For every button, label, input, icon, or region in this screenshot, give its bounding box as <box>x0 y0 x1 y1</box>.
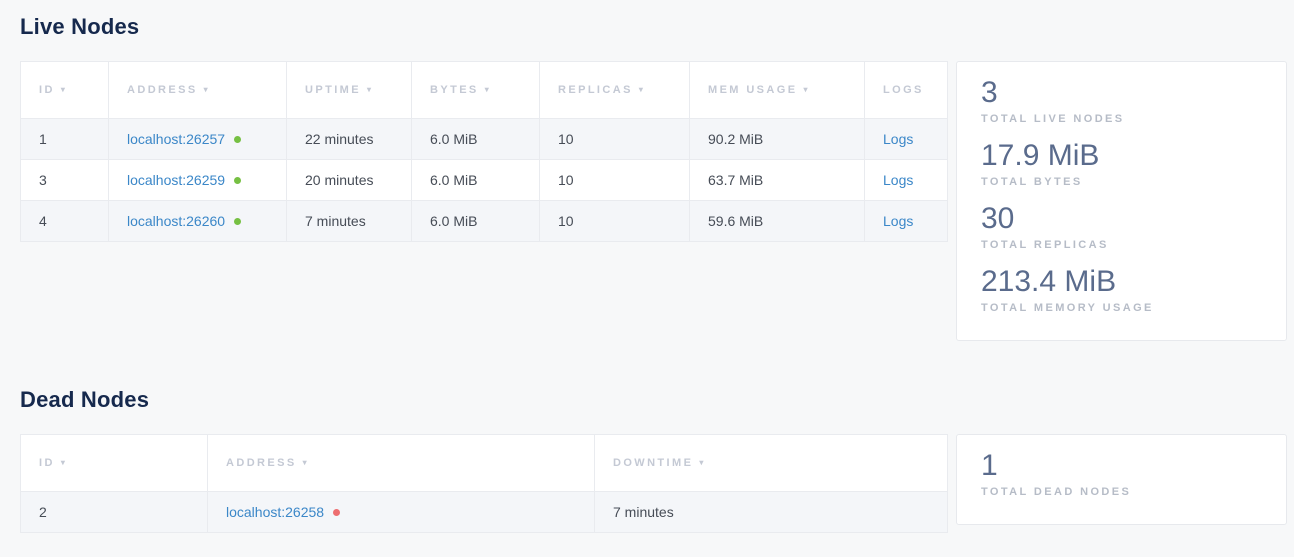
cell-downtime: 7 minutes <box>595 492 948 533</box>
cell-node-id: 3 <box>21 160 109 201</box>
address-link[interactable]: localhost:26257 <box>127 131 225 147</box>
column-header-address[interactable]: ADDRESS▾ <box>208 435 595 492</box>
address-link[interactable]: localhost:26258 <box>226 504 324 520</box>
table-row: 4 localhost:26260 7 minutes 6.0 MiB 10 5… <box>21 201 948 242</box>
live-nodes-section: Live Nodes ID▾ ADDRESS▾ UPTIME▾ BYTES▾ R… <box>20 14 1287 341</box>
sort-arrow-icon: ▾ <box>61 458 67 467</box>
cell-node-address: localhost:26260 <box>109 201 287 242</box>
stat-label: TOTAL DEAD NODES <box>981 486 1262 498</box>
sort-arrow-icon: ▾ <box>699 458 705 467</box>
cell-node-address: localhost:26257 <box>109 119 287 160</box>
summary-stat-total-live-nodes: 3 TOTAL LIVE NODES <box>981 75 1262 125</box>
dead-nodes-table: ID▾ ADDRESS▾ DOWNTIME▾ 2 localhost:26258… <box>20 434 948 533</box>
table-row: 2 localhost:26258 7 minutes <box>21 492 948 533</box>
dead-nodes-title: Dead Nodes <box>20 387 1287 413</box>
stat-label: TOTAL BYTES <box>981 176 1262 188</box>
column-header-downtime[interactable]: DOWNTIME▾ <box>595 435 948 492</box>
column-header-logs: LOGS <box>865 62 948 119</box>
live-nodes-summary-card: 3 TOTAL LIVE NODES 17.9 MiB TOTAL BYTES … <box>956 61 1287 341</box>
live-nodes-body: ID▾ ADDRESS▾ UPTIME▾ BYTES▾ REPLICAS▾ ME… <box>20 61 1287 341</box>
cell-node-address: localhost:26258 <box>208 492 595 533</box>
stat-value: 3 <box>981 75 1262 111</box>
cell-replicas: 10 <box>540 119 690 160</box>
sort-arrow-icon: ▾ <box>204 85 210 94</box>
cell-bytes: 6.0 MiB <box>412 160 540 201</box>
live-nodes-title: Live Nodes <box>20 14 1287 40</box>
table-row: 1 localhost:26257 22 minutes 6.0 MiB 10 … <box>21 119 948 160</box>
sort-arrow-icon: ▾ <box>803 85 809 94</box>
cell-mem-usage: 63.7 MiB <box>690 160 865 201</box>
table-row: 3 localhost:26259 20 minutes 6.0 MiB 10 … <box>21 160 948 201</box>
cell-node-id: 1 <box>21 119 109 160</box>
cell-uptime: 7 minutes <box>287 201 412 242</box>
dead-nodes-summary-card: 1 TOTAL DEAD NODES <box>956 434 1287 525</box>
cell-logs: Logs <box>865 201 948 242</box>
live-status-dot <box>234 136 241 143</box>
cell-replicas: 10 <box>540 160 690 201</box>
column-header-address[interactable]: ADDRESS▾ <box>109 62 287 119</box>
column-header-replicas[interactable]: REPLICAS▾ <box>540 62 690 119</box>
logs-link[interactable]: Logs <box>883 172 913 188</box>
stat-value: 213.4 MiB <box>981 264 1262 300</box>
sort-arrow-icon: ▾ <box>367 85 373 94</box>
cell-bytes: 6.0 MiB <box>412 201 540 242</box>
dead-status-dot <box>333 509 340 516</box>
live-nodes-table: ID▾ ADDRESS▾ UPTIME▾ BYTES▾ REPLICAS▾ ME… <box>20 61 948 242</box>
summary-stat-total-memory-usage: 213.4 MiB TOTAL MEMORY USAGE <box>981 264 1262 314</box>
column-header-id[interactable]: ID▾ <box>21 435 208 492</box>
cell-node-id: 4 <box>21 201 109 242</box>
address-link[interactable]: localhost:26259 <box>127 172 225 188</box>
column-header-mem-usage[interactable]: MEM USAGE▾ <box>690 62 865 119</box>
column-header-id[interactable]: ID▾ <box>21 62 109 119</box>
sort-arrow-icon: ▾ <box>485 85 491 94</box>
cell-bytes: 6.0 MiB <box>412 119 540 160</box>
stat-value: 30 <box>981 201 1262 237</box>
summary-stat-total-replicas: 30 TOTAL REPLICAS <box>981 201 1262 251</box>
cell-logs: Logs <box>865 160 948 201</box>
cell-uptime: 20 minutes <box>287 160 412 201</box>
stat-value: 1 <box>981 448 1262 484</box>
logs-link[interactable]: Logs <box>883 131 913 147</box>
stat-label: TOTAL REPLICAS <box>981 239 1262 251</box>
column-header-bytes[interactable]: BYTES▾ <box>412 62 540 119</box>
dead-nodes-section: Dead Nodes ID▾ ADDRESS▾ DOWNTIME▾ 2 loca… <box>20 387 1287 533</box>
sort-arrow-icon: ▾ <box>639 85 645 94</box>
dead-nodes-body: ID▾ ADDRESS▾ DOWNTIME▾ 2 localhost:26258… <box>20 434 1287 533</box>
cell-replicas: 10 <box>540 201 690 242</box>
address-link[interactable]: localhost:26260 <box>127 213 225 229</box>
sort-arrow-icon: ▾ <box>303 458 309 467</box>
logs-link[interactable]: Logs <box>883 213 913 229</box>
cell-node-address: localhost:26259 <box>109 160 287 201</box>
stat-label: TOTAL MEMORY USAGE <box>981 302 1262 314</box>
live-table-header-row: ID▾ ADDRESS▾ UPTIME▾ BYTES▾ REPLICAS▾ ME… <box>21 62 948 119</box>
cell-logs: Logs <box>865 119 948 160</box>
cell-node-id: 2 <box>21 492 208 533</box>
cell-mem-usage: 90.2 MiB <box>690 119 865 160</box>
column-header-uptime[interactable]: UPTIME▾ <box>287 62 412 119</box>
cell-uptime: 22 minutes <box>287 119 412 160</box>
dead-table-header-row: ID▾ ADDRESS▾ DOWNTIME▾ <box>21 435 948 492</box>
summary-stat-total-dead-nodes: 1 TOTAL DEAD NODES <box>981 448 1262 498</box>
live-status-dot <box>234 218 241 225</box>
stat-label: TOTAL LIVE NODES <box>981 113 1262 125</box>
cell-mem-usage: 59.6 MiB <box>690 201 865 242</box>
sort-arrow-icon: ▾ <box>61 85 67 94</box>
live-status-dot <box>234 177 241 184</box>
stat-value: 17.9 MiB <box>981 138 1262 174</box>
summary-stat-total-bytes: 17.9 MiB TOTAL BYTES <box>981 138 1262 188</box>
